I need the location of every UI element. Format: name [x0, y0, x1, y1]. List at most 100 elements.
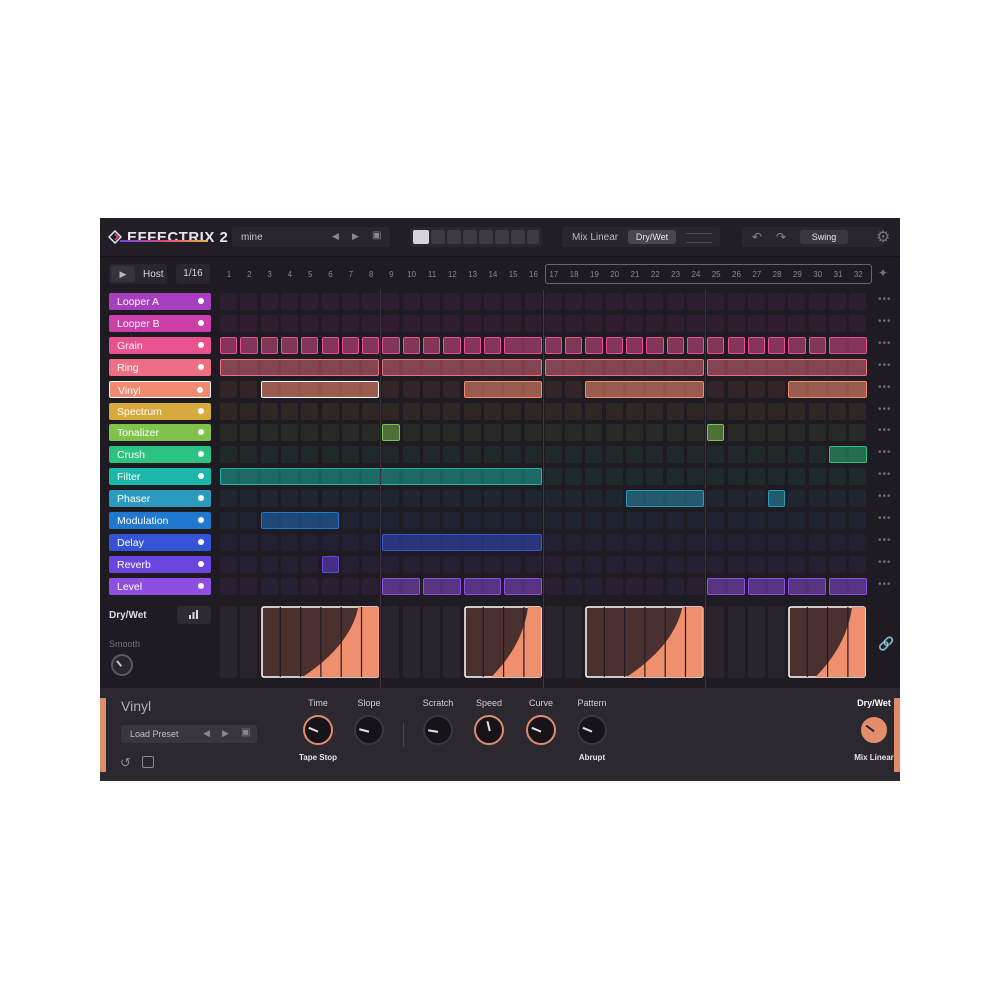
step-cell[interactable] — [646, 314, 664, 332]
step-cell[interactable] — [788, 446, 806, 464]
active-step-block[interactable] — [382, 424, 400, 442]
step-cell[interactable] — [321, 424, 339, 442]
effect-enable-dot[interactable] — [198, 495, 204, 502]
step-cell[interactable] — [565, 446, 583, 464]
step-cell[interactable] — [565, 533, 583, 551]
step-cell[interactable] — [524, 424, 542, 442]
step-cell[interactable] — [747, 380, 765, 398]
dry-wet-envelope[interactable] — [585, 606, 704, 678]
step-cell[interactable] — [646, 512, 664, 529]
step-cell[interactable] — [747, 314, 765, 332]
step-cell[interactable] — [605, 314, 623, 332]
step-cell[interactable] — [849, 512, 867, 529]
step-cell[interactable] — [686, 293, 704, 310]
step-cell[interactable] — [585, 555, 603, 573]
step-cell[interactable] — [768, 380, 786, 398]
effect-button-tonalizer[interactable]: Tonalizer — [109, 424, 211, 442]
step-cell[interactable] — [565, 380, 583, 398]
step-cell[interactable] — [585, 402, 603, 420]
active-step-block[interactable] — [707, 424, 725, 442]
effect-enable-dot[interactable] — [198, 451, 204, 458]
step-cell[interactable] — [768, 533, 786, 551]
step-cell[interactable] — [626, 533, 643, 551]
step-cell[interactable] — [443, 424, 461, 442]
step-cell[interactable] — [260, 577, 278, 595]
step-cell[interactable] — [260, 293, 278, 310]
step-cell[interactable] — [463, 293, 481, 310]
step-cell[interactable] — [362, 293, 380, 310]
step-cell[interactable] — [747, 512, 765, 529]
step-cell[interactable] — [504, 555, 522, 573]
step-cell[interactable] — [544, 424, 562, 442]
step-cell[interactable] — [423, 512, 440, 529]
step-cell[interactable] — [768, 512, 786, 529]
effect-button-grain[interactable]: Grain — [109, 336, 211, 354]
step-cell[interactable] — [240, 490, 258, 508]
step-cell[interactable] — [423, 490, 440, 508]
step-cell[interactable] — [260, 490, 278, 508]
dry-wet-view-button[interactable] — [177, 606, 211, 624]
step-cell[interactable] — [605, 533, 623, 551]
step-cell[interactable] — [788, 512, 806, 529]
step-cell[interactable] — [666, 512, 684, 529]
step-cell[interactable] — [727, 424, 745, 442]
active-step-block[interactable] — [382, 533, 542, 551]
step-cell[interactable] — [727, 490, 745, 508]
next-effect-preset-icon[interactable]: ▶ — [222, 728, 229, 739]
step-cell[interactable] — [402, 380, 420, 398]
step-cell[interactable] — [423, 293, 440, 310]
row-menu-icon[interactable]: ••• — [878, 491, 892, 502]
step-cell[interactable] — [605, 424, 623, 442]
step-cell[interactable] — [626, 468, 643, 486]
dry-wet-step[interactable] — [443, 606, 461, 678]
step-cell[interactable] — [220, 490, 237, 508]
step-cell[interactable] — [768, 468, 786, 486]
step-cell[interactable] — [747, 293, 765, 310]
step-cell[interactable] — [707, 490, 725, 508]
step-cell[interactable] — [544, 577, 562, 595]
step-cell[interactable] — [585, 293, 603, 310]
step-cell[interactable] — [666, 555, 684, 573]
step-cell[interactable] — [362, 512, 380, 529]
dry-wet-step[interactable] — [768, 606, 786, 678]
step-cell[interactable] — [605, 555, 623, 573]
step-cell[interactable] — [565, 424, 583, 442]
step-cell[interactable] — [849, 402, 867, 420]
step-cell[interactable] — [341, 577, 359, 595]
step-cell[interactable] — [686, 446, 704, 464]
dry-wet-knob[interactable] — [859, 715, 889, 745]
dry-wet-step[interactable] — [240, 606, 258, 678]
step-cell[interactable] — [382, 380, 400, 398]
step-cell[interactable] — [747, 446, 765, 464]
step-cell[interactable] — [808, 533, 826, 551]
step-cell[interactable] — [747, 468, 765, 486]
active-step-block[interactable] — [727, 336, 745, 354]
row-menu-icon[interactable]: ••• — [878, 382, 892, 393]
active-step-block[interactable] — [402, 336, 420, 354]
step-cell[interactable] — [443, 293, 461, 310]
step-cell[interactable] — [341, 555, 359, 573]
row-menu-icon[interactable]: ••• — [878, 557, 892, 568]
step-cell[interactable] — [504, 424, 522, 442]
step-cell[interactable] — [260, 555, 278, 573]
step-cell[interactable] — [382, 293, 400, 310]
step-cell[interactable] — [585, 424, 603, 442]
effect-enable-dot[interactable] — [198, 298, 204, 304]
step-cell[interactable] — [605, 577, 623, 595]
step-cell[interactable] — [220, 577, 237, 595]
step-cell[interactable] — [788, 533, 806, 551]
step-cell[interactable] — [544, 512, 562, 529]
effect-button-spectrum[interactable]: Spectrum — [109, 402, 211, 420]
step-cell[interactable] — [504, 402, 522, 420]
step-cell[interactable] — [686, 533, 704, 551]
step-cell[interactable] — [260, 533, 278, 551]
effect-enable-dot[interactable] — [198, 319, 204, 326]
step-cell[interactable] — [747, 490, 765, 508]
step-cell[interactable] — [382, 314, 400, 332]
step-cell[interactable] — [463, 512, 481, 529]
curve-knob[interactable] — [526, 715, 556, 745]
step-cell[interactable] — [362, 490, 380, 508]
active-step-block[interactable] — [707, 358, 867, 376]
step-cell[interactable] — [382, 402, 400, 420]
step-cell[interactable] — [483, 424, 501, 442]
